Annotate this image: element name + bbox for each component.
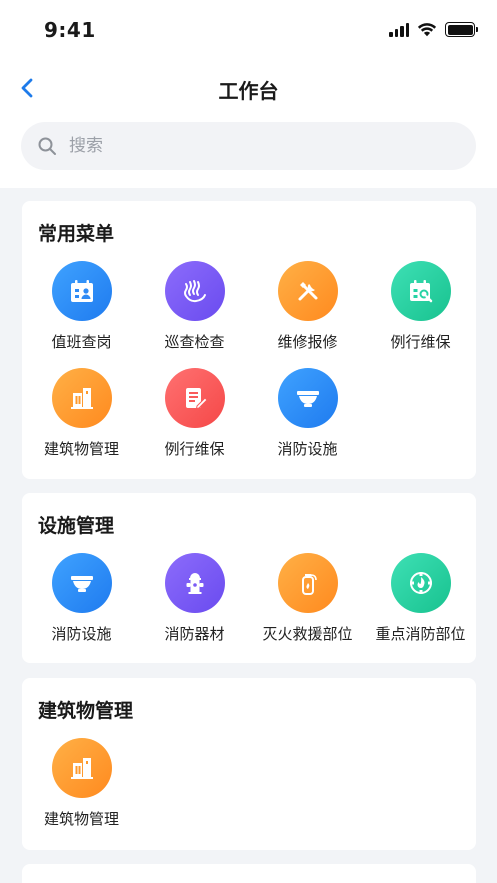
smoke-detector-icon <box>51 553 112 613</box>
menu-grid: 消防设施 消防器材 灭火救援部位 重点消防部位 <box>22 553 476 660</box>
section-title: 建筑物管理 <box>38 700 134 722</box>
signal-icon <box>389 22 409 37</box>
search-icon <box>38 137 56 155</box>
menu-item-label: 消防设施 <box>277 440 338 458</box>
section-building-management: 建筑物管理 建筑物管理 <box>22 678 476 850</box>
menu-item-building-management[interactable]: 建筑物管理 <box>25 738 138 845</box>
smoke-detector-icon <box>277 368 338 428</box>
building-icon <box>51 738 112 798</box>
battery-icon <box>445 22 478 37</box>
menu-item-label: 例行维保 <box>390 333 451 351</box>
menu-grid: 建筑物管理 <box>22 738 476 845</box>
menu-item-duty-check[interactable]: 值班查岗 <box>25 261 138 368</box>
navigation-bar: 工作台 <box>0 66 497 110</box>
menu-grid: 值班查岗 巡查检查 维修报修 例行维保 建筑物管理 例行维保 消防设施 <box>22 261 476 475</box>
section-title: 常用菜单 <box>38 223 115 245</box>
section-title: 设施管理 <box>38 515 115 537</box>
patrol-icon <box>164 261 225 321</box>
menu-item-rescue-location[interactable]: 灭火救援部位 <box>251 553 364 660</box>
menu-item-building-management[interactable]: 建筑物管理 <box>25 368 138 475</box>
fire-badge-icon <box>390 553 451 613</box>
menu-item-label: 巡查检查 <box>164 333 225 351</box>
menu-item-label: 建筑物管理 <box>43 440 119 458</box>
menu-item-key-fire-location[interactable]: 重点消防部位 <box>364 553 477 660</box>
status-time: 9:41 <box>44 18 96 42</box>
menu-item-label: 建筑物管理 <box>43 810 119 828</box>
calendar-search-icon <box>390 261 451 321</box>
status-icons <box>389 22 478 37</box>
section-next <box>22 864 476 883</box>
menu-item-routine-maintenance-2[interactable]: 例行维保 <box>138 368 251 475</box>
header-area: 9:41 工作台 <box>0 0 497 188</box>
menu-item-repair-report[interactable]: 维修报修 <box>251 261 364 368</box>
search-input[interactable] <box>69 136 429 156</box>
building-icon <box>51 368 112 428</box>
fire-extinguisher-icon <box>277 553 338 613</box>
document-edit-icon <box>164 368 225 428</box>
menu-item-label: 灭火救援部位 <box>262 625 353 643</box>
menu-item-fire-facilities[interactable]: 消防设施 <box>251 368 364 475</box>
menu-item-fire-equipment[interactable]: 消防器材 <box>138 553 251 660</box>
menu-item-label: 维修报修 <box>277 333 338 351</box>
menu-item-label: 重点消防部位 <box>375 625 466 643</box>
fire-hydrant-icon <box>164 553 225 613</box>
status-bar: 9:41 <box>0 0 497 62</box>
section-common-menu: 常用菜单 值班查岗 巡查检查 维修报修 例行维保 建筑物管理 例行维保 消防设施 <box>22 201 476 479</box>
menu-item-patrol-inspection[interactable]: 巡查检查 <box>138 261 251 368</box>
menu-item-routine-maintenance[interactable]: 例行维保 <box>364 261 477 368</box>
menu-item-fire-facilities[interactable]: 消防设施 <box>25 553 138 660</box>
section-facility-management: 设施管理 消防设施 消防器材 灭火救援部位 重点消防部位 <box>22 493 476 663</box>
search-bar[interactable] <box>21 122 476 170</box>
menu-item-label: 例行维保 <box>164 440 225 458</box>
menu-item-label: 消防设施 <box>51 625 112 643</box>
menu-item-label: 消防器材 <box>164 625 225 643</box>
page-title: 工作台 <box>218 79 279 103</box>
wifi-icon <box>417 23 437 37</box>
calendar-person-icon <box>51 261 112 321</box>
menu-item-label: 值班查岗 <box>51 333 112 351</box>
wrench-hammer-icon <box>277 261 338 321</box>
